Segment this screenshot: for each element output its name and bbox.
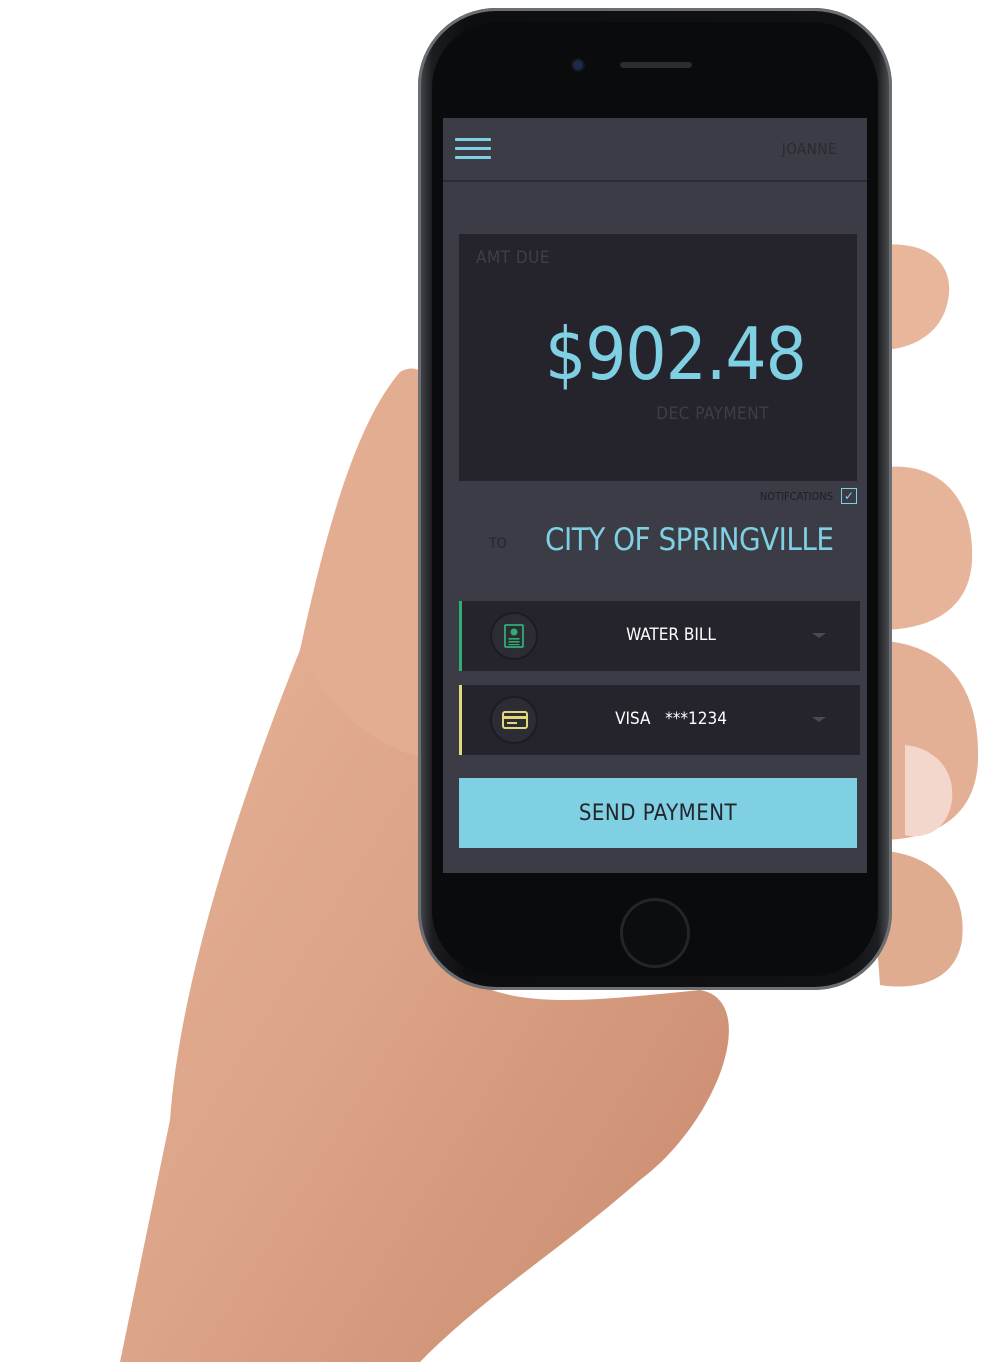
amount-due-label: AMT DUE bbox=[476, 248, 550, 268]
bill-label: WATER BILL bbox=[626, 625, 716, 645]
hamburger-menu-icon[interactable] bbox=[455, 138, 491, 162]
front-camera bbox=[573, 60, 583, 70]
top-bar: JOANNE bbox=[443, 118, 867, 182]
home-button[interactable] bbox=[620, 898, 690, 968]
payment-period-label: DEC PAYMENT bbox=[656, 404, 769, 424]
app-screen: JOANNE AMT DUE $902.48 DEC PAYMENT NOTIF… bbox=[443, 118, 867, 873]
bill-document-icon bbox=[490, 612, 538, 660]
notifications-checkbox[interactable]: ✓ bbox=[841, 488, 857, 504]
earpiece-speaker bbox=[620, 62, 692, 68]
send-payment-button[interactable]: SEND PAYMENT bbox=[459, 778, 857, 848]
payment-method-label: VISA ***1234 bbox=[615, 709, 727, 729]
payment-method-selector[interactable]: VISA ***1234 bbox=[459, 685, 860, 755]
amount-due-card: AMT DUE $902.48 DEC PAYMENT bbox=[459, 234, 857, 481]
to-label: TO bbox=[489, 536, 507, 552]
username-label[interactable]: JOANNE bbox=[782, 140, 837, 158]
notifications-toggle[interactable]: NOTIFCATIONS ✓ bbox=[760, 487, 857, 505]
chevron-down-icon[interactable] bbox=[812, 717, 826, 722]
chevron-down-icon[interactable] bbox=[812, 633, 826, 638]
payee-name: CITY OF SPRINGVILLE bbox=[545, 522, 834, 558]
notifications-label: NOTIFCATIONS bbox=[759, 489, 833, 503]
bill-selector[interactable]: WATER BILL bbox=[459, 601, 860, 671]
amount-due-value: $902.48 bbox=[545, 312, 807, 396]
credit-card-icon bbox=[490, 696, 538, 744]
